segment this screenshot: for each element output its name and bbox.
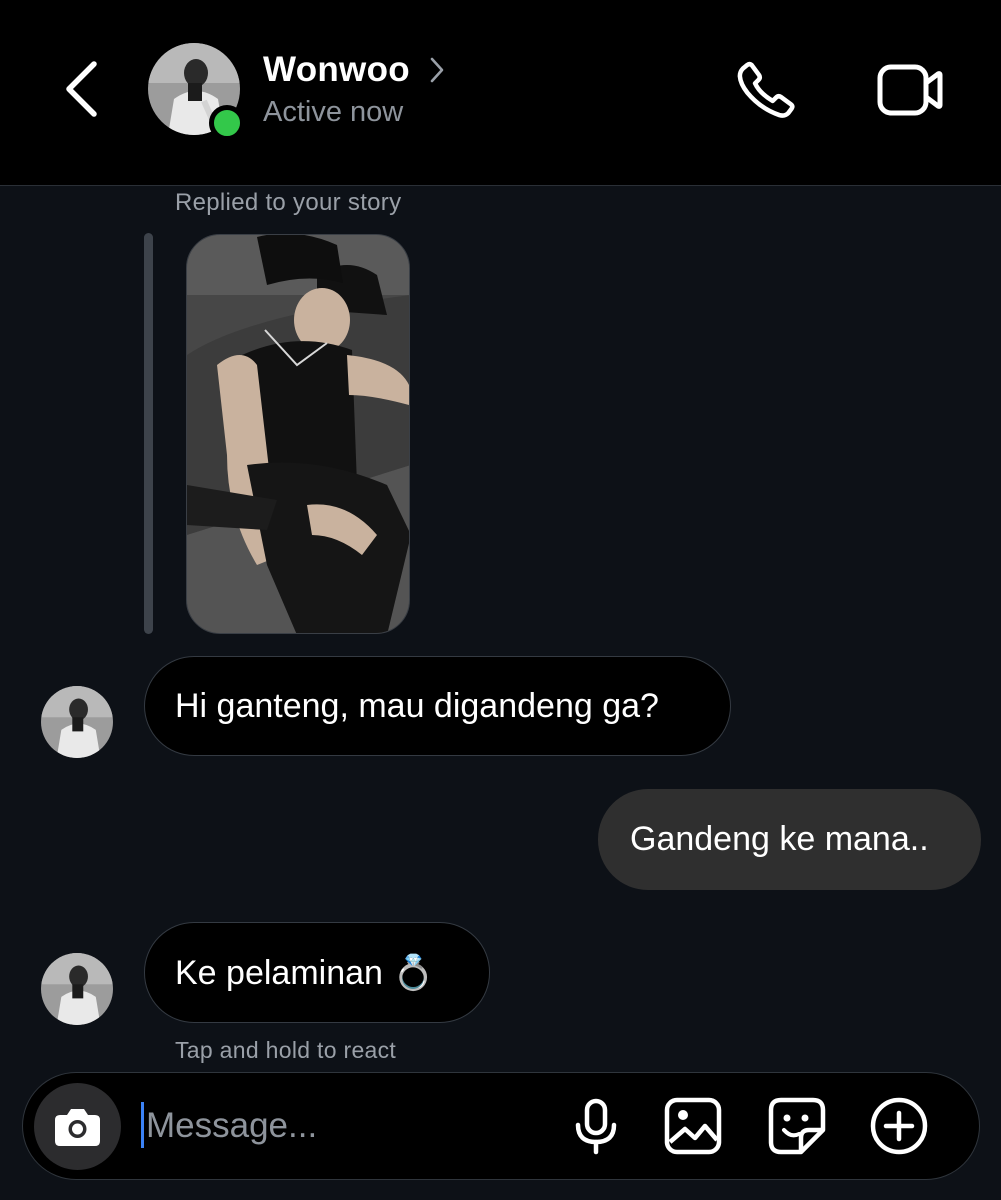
back-button[interactable] bbox=[58, 58, 108, 120]
reply-caption: Replied to your story bbox=[175, 189, 402, 216]
chevron-right-icon[interactable] bbox=[428, 56, 446, 84]
message-input[interactable] bbox=[146, 1100, 546, 1152]
gallery-icon bbox=[664, 1097, 722, 1155]
reply-indicator-bar bbox=[144, 233, 153, 634]
chat-header: Wonwoo Active now bbox=[0, 0, 1001, 186]
message-text: Ke pelaminan 💍 bbox=[175, 953, 435, 992]
voice-call-button[interactable] bbox=[734, 58, 798, 122]
plus-circle-icon bbox=[870, 1097, 928, 1155]
message-text: Gandeng ke mana.. bbox=[630, 820, 929, 858]
message-bubble-incoming[interactable]: Ke pelaminan 💍 bbox=[144, 922, 490, 1023]
avatar-photo bbox=[41, 953, 113, 1025]
video-call-button[interactable] bbox=[876, 62, 944, 118]
back-icon bbox=[66, 61, 97, 117]
contact-name[interactable]: Wonwoo bbox=[263, 50, 410, 90]
microphone-icon bbox=[575, 1098, 617, 1155]
avatar-photo bbox=[41, 686, 113, 758]
phone-icon bbox=[737, 61, 795, 118]
sticker-icon bbox=[768, 1097, 826, 1155]
story-thumbnail[interactable] bbox=[186, 234, 410, 634]
text-caret bbox=[141, 1102, 144, 1148]
gallery-button[interactable] bbox=[663, 1096, 723, 1156]
sticker-button[interactable] bbox=[767, 1096, 827, 1156]
camera-button[interactable] bbox=[34, 1083, 121, 1170]
message-text: Hi ganteng, mau digandeng ga? bbox=[175, 686, 659, 725]
more-options-button[interactable] bbox=[869, 1096, 929, 1156]
contact-avatar-small[interactable] bbox=[41, 953, 113, 1025]
contact-avatar-small[interactable] bbox=[41, 686, 113, 758]
online-status-dot bbox=[209, 105, 245, 141]
active-status: Active now bbox=[263, 96, 404, 128]
video-camera-icon bbox=[877, 64, 943, 116]
react-hint: Tap and hold to react bbox=[175, 1037, 397, 1063]
story-photo bbox=[187, 235, 409, 633]
message-bubble-incoming[interactable]: Hi ganteng, mau digandeng ga? bbox=[144, 656, 731, 756]
camera-icon bbox=[55, 1109, 100, 1146]
message-bubble-outgoing[interactable]: Gandeng ke mana.. bbox=[598, 789, 981, 890]
voice-message-button[interactable] bbox=[566, 1096, 626, 1156]
